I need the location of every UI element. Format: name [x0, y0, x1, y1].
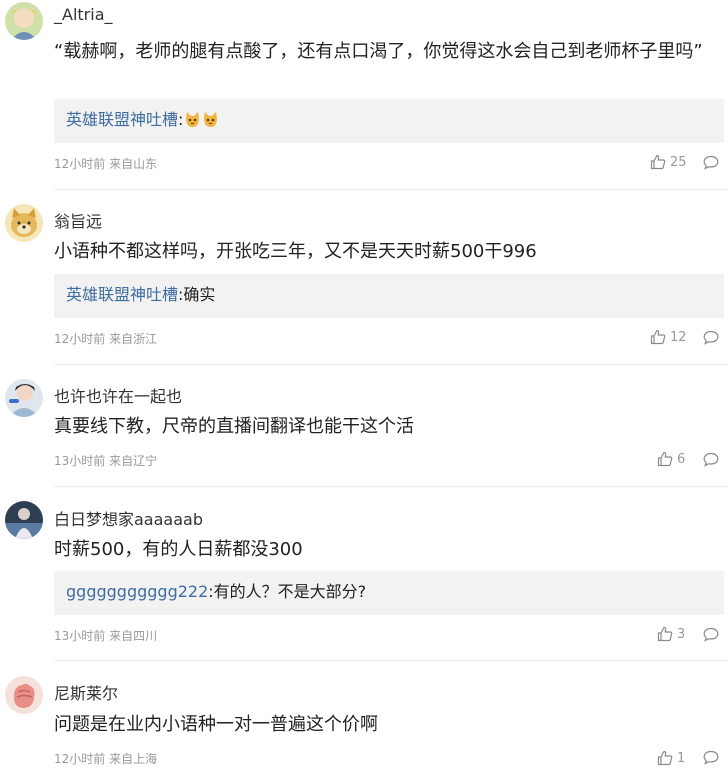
avatar[interactable]: [5, 501, 43, 539]
comment-text: 时薪500，有的人日薪都没300: [54, 539, 303, 560]
comment-bubble-icon: [703, 627, 719, 642]
comment-bubble-icon: [703, 452, 719, 467]
like-button[interactable]: 6: [657, 451, 685, 467]
like-count: 3: [677, 626, 686, 642]
reply-box: 英雄联盟神吐槽:: [54, 99, 724, 143]
username[interactable]: 白日梦想家aaaaaab: [54, 506, 203, 530]
reply-username[interactable]: 英雄联盟神吐槽: [66, 110, 178, 129]
like-count: 1: [677, 750, 686, 766]
comment-text: “载赫啊，老师的腿有点酸了，还有点口渴了，你觉得这水会自己到老师杯子里吗”: [54, 41, 703, 62]
cat-emoji-icon: [202, 111, 219, 134]
avatar[interactable]: [5, 379, 43, 417]
username[interactable]: 也许也许在一起也: [54, 383, 182, 407]
reply-button[interactable]: [703, 330, 719, 349]
reply-button[interactable]: [703, 627, 719, 646]
comment-meta: 13小时前 来自辽宁: [54, 454, 158, 468]
reply-box: ggggggggggg222:有的人？不是大部分?: [54, 571, 724, 615]
thumbs-up-icon: [657, 451, 673, 467]
like-count: 25: [670, 154, 687, 170]
username[interactable]: 翁旨远: [54, 208, 102, 232]
avatar[interactable]: [5, 204, 43, 242]
username[interactable]: 尼斯莱尔: [54, 680, 118, 704]
comment-text: 真要线下教，尺帝的直播间翻译也能干这个活: [54, 416, 414, 437]
comment-text: 问题是在业内小语种一对一普遍这个价啊: [54, 714, 378, 735]
like-count: 6: [677, 451, 686, 467]
comment-text: 小语种不都这样吗，开张吃三年，又不是天天时薪500干996: [54, 241, 537, 262]
comment-item: 白日梦想家aaaaaab 时薪500，有的人日薪都没300 gggggggggg…: [0, 487, 728, 661]
avatar[interactable]: [5, 676, 43, 714]
comment-bubble-icon: [703, 155, 719, 170]
reply-separator: :: [178, 110, 184, 129]
like-button[interactable]: 25: [650, 154, 687, 170]
thumbs-up-icon: [657, 750, 673, 766]
reply-button[interactable]: [703, 155, 719, 174]
comment-item: 也许也许在一起也 真要线下教，尺帝的直播间翻译也能干这个活 13小时前 来自辽宁…: [0, 365, 728, 487]
cat-emoji-icon: [184, 111, 201, 134]
reply-username[interactable]: 英雄联盟神吐槽: [66, 285, 178, 304]
reply-box: 英雄联盟神吐槽:确实: [54, 274, 724, 318]
avatar[interactable]: [5, 2, 43, 40]
thumbs-up-icon: [650, 329, 666, 345]
comment-meta: 12小时前 来自浙江: [54, 332, 158, 346]
thumbs-up-icon: [657, 626, 673, 642]
reply-text: 确实: [183, 285, 216, 304]
reply-button[interactable]: [703, 750, 719, 769]
comment-feed: _Altria_ “载赫啊，老师的腿有点酸了，还有点口渴了，你觉得这水会自己到老…: [0, 0, 728, 775]
reply-text: 有的人？不是大部分?: [213, 582, 367, 601]
comment-bubble-icon: [703, 330, 719, 345]
username[interactable]: _Altria_: [54, 5, 113, 24]
comment-meta: 13小时前 来自四川: [54, 629, 158, 643]
reply-button[interactable]: [703, 452, 719, 471]
comment-item: 尼斯莱尔 问题是在业内小语种一对一普遍这个价啊 12小时前 来自上海 1: [0, 661, 728, 775]
comment-bubble-icon: [703, 750, 719, 765]
comment-meta: 12小时前 来自上海: [54, 752, 158, 766]
comment-meta: 12小时前 来自山东: [54, 157, 158, 171]
like-button[interactable]: 1: [657, 750, 685, 766]
thumbs-up-icon: [650, 154, 666, 170]
comment-item: _Altria_ “载赫啊，老师的腿有点酸了，还有点口渴了，你觉得这水会自己到老…: [0, 0, 728, 190]
reply-username[interactable]: ggggggggggg222: [66, 582, 208, 601]
like-button[interactable]: 12: [650, 329, 687, 345]
like-button[interactable]: 3: [657, 626, 685, 642]
comment-item: 翁旨远 小语种不都这样吗，开张吃三年，又不是天天时薪500干996 英雄联盟神吐…: [0, 190, 728, 365]
like-count: 12: [670, 329, 687, 345]
